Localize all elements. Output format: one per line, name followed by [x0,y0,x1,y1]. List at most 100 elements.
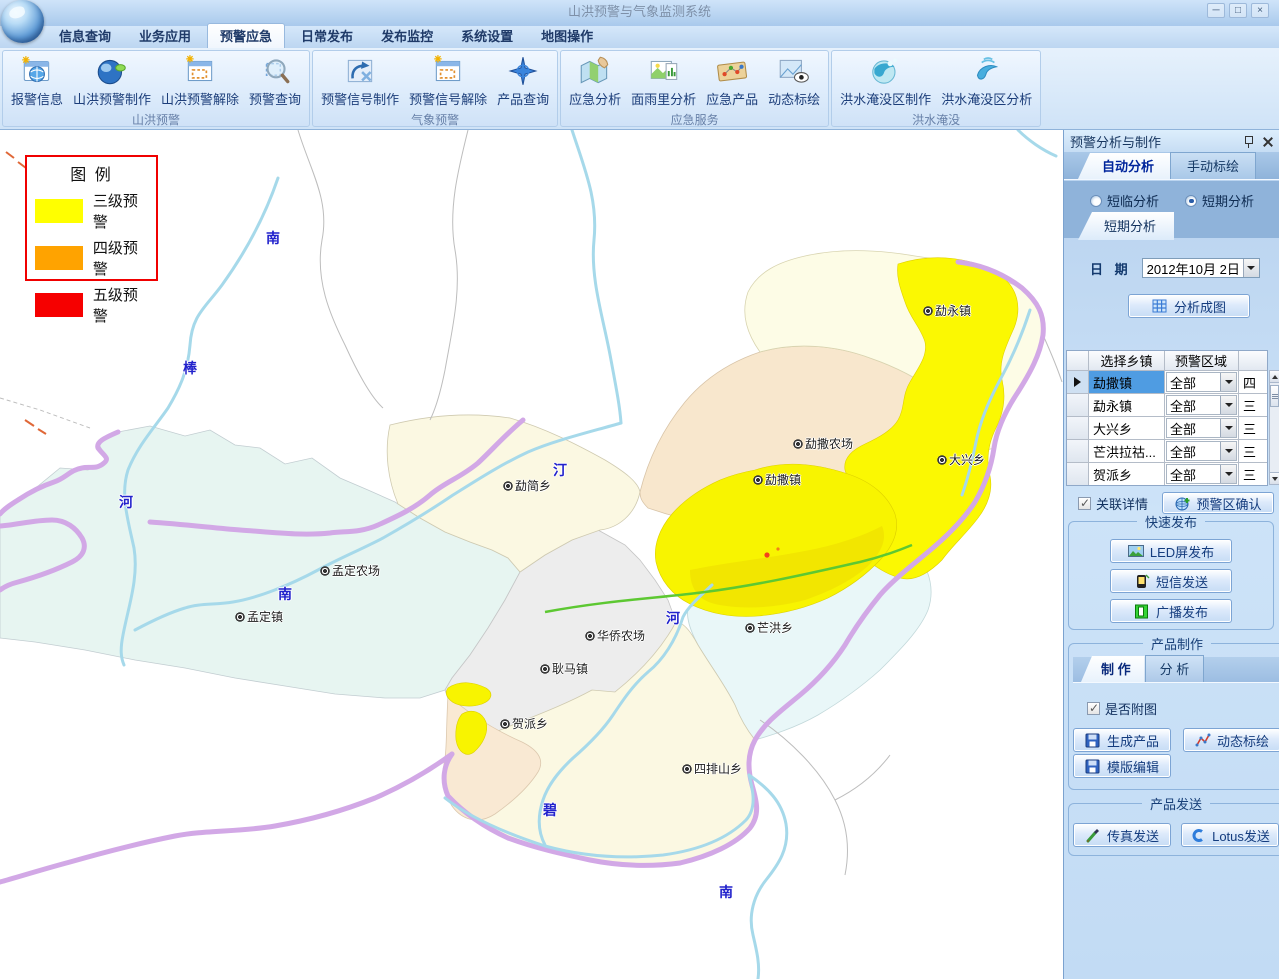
header-clipped [1239,351,1268,371]
confirm-warning-region-button[interactable]: 预警区确认 [1162,492,1274,514]
analysis-mode-band: 短临分析 短期分析 短期分析 [1064,181,1279,238]
river-label: 南 [278,584,292,604]
flood-warning-release-button[interactable]: 山洪预警解除 [156,52,244,110]
tab-manual-plot[interactable]: 手动标绘 [1170,152,1256,179]
ribbon-group-label: 应急服务 [561,111,828,130]
menu-tab-daily-publish[interactable]: 日常发布 [289,24,365,48]
areal-rain-analysis-button[interactable]: 面雨里分析 [626,52,701,110]
legend-item: 五级预警 [35,284,148,326]
dynamic-plot-button[interactable]: 动态标绘 [763,52,825,110]
product-make-group: 产品制作 制 作 分 析 是否附图 生成产品 [1068,634,1279,790]
ribbon-group-emergency-service: 应急分析 面雨里分析 [560,50,829,127]
quick-publish-title: 快速发布 [1137,512,1205,531]
product-query-button[interactable]: 产品查询 [492,52,554,110]
quick-publish-group: 快速发布 LED屏发布 短信发送 [1068,512,1274,630]
table-row[interactable]: 大兴乡 全部 三 [1067,417,1267,440]
header-selector [1067,351,1089,371]
fax-send-button[interactable]: 传真发送 [1073,823,1171,847]
current-row-arrow-icon [1074,377,1081,387]
table-row[interactable]: 勐撒镇 全部 四 [1067,371,1267,394]
pin-icon[interactable] [1243,135,1254,148]
warning-analysis-panel: 预警分析与制作 自动分析 手动标绘 短临分析 短期分析 短期分析 日 期 201… [1063,130,1279,979]
signal-make-button[interactable]: 预警信号制作 [316,52,404,110]
minimize-button[interactable]: ─ [1207,3,1225,18]
template-edit-button[interactable]: 模版编辑 [1073,754,1171,778]
town-dot-icon [923,306,933,316]
subtab-period-analysis[interactable]: 短期分析 [1078,212,1174,240]
dynamic-plot-panel-button[interactable]: 动态标绘 [1183,728,1279,752]
town-label: 大兴乡 [937,451,985,468]
menu-tab-warning-emergency[interactable]: 预警应急 [207,23,285,48]
signal-release-button[interactable]: 预警信号解除 [404,52,492,110]
region-dropdown[interactable]: 全部 [1166,464,1237,484]
town-dot-icon [540,664,550,674]
region-dropdown[interactable]: 全部 [1166,418,1237,438]
flood-zone-analysis-button[interactable]: 洪水淹没区分析 [936,52,1037,110]
river-label: 南 [266,228,280,248]
flood-zone-make-button[interactable]: 洪水淹没区制作 [835,52,936,110]
signal-make-icon [342,54,378,88]
maximize-button[interactable]: □ [1229,3,1247,18]
warning-query-button[interactable]: 预警查询 [244,52,306,110]
emergency-product-button[interactable]: 应急产品 [701,52,763,110]
link-detail-row: 关联详情 预警区确认 [1064,492,1279,514]
sms-phone-icon [1134,574,1150,589]
broadcast-publish-button[interactable]: 广播发布 [1110,599,1232,623]
panel-close-icon[interactable] [1262,136,1273,147]
scroll-up-icon[interactable] [1270,371,1279,383]
analyze-map-button[interactable]: 分析成图 [1128,294,1250,318]
radio-shortterm-analysis[interactable]: 短临分析 [1090,191,1159,210]
led-publish-button[interactable]: LED屏发布 [1110,539,1232,563]
tab-make[interactable]: 制 作 [1081,656,1145,682]
table-row[interactable]: 勐永镇 全部 三 [1067,394,1267,417]
tab-analyze[interactable]: 分 析 [1145,655,1205,682]
alert-dot-orange [776,547,779,550]
dropdown-caret-icon [1220,465,1236,483]
table-row[interactable]: 贺派乡 全部 三 [1067,463,1267,486]
date-label: 日 期 [1090,259,1132,278]
close-button[interactable]: × [1251,3,1269,18]
attach-map-row: 是否附图 [1087,699,1279,718]
signal-release-icon [430,54,466,88]
menu-tab-publish-monitor[interactable]: 发布监控 [369,24,445,48]
menu-tab-map-operations[interactable]: 地图操作 [529,24,605,48]
radio-period-analysis[interactable]: 短期分析 [1185,191,1254,210]
table-row[interactable]: 芒洪拉祜... 全部 三 [1067,440,1267,463]
river-label: 河 [666,608,680,628]
floppy-save-icon [1085,733,1101,748]
dynamic-plot-small-icon [1195,733,1211,748]
ribbon-group-weather-warning: 预警信号制作 预警信号解除 产品查询 [312,50,558,127]
flood-warning-make-button[interactable]: 山洪预警制作 [68,52,156,110]
row-selector [1067,371,1089,394]
menu-tab-info-query[interactable]: 信息查询 [47,24,123,48]
radio-icon [1090,195,1102,207]
menu-tab-system-settings[interactable]: 系统设置 [449,24,525,48]
region-dropdown[interactable]: 全部 [1166,372,1237,392]
region-dropdown[interactable]: 全部 [1166,395,1237,415]
town-dot-icon [937,455,947,465]
lotus-send-button[interactable]: Lotus发送 [1181,823,1279,847]
flood-warning-release-icon [182,54,218,88]
region-dropdown[interactable]: 全部 [1166,441,1237,461]
tab-auto-analysis[interactable]: 自动分析 [1078,153,1170,179]
scroll-down-icon[interactable] [1270,472,1279,484]
date-dropdown[interactable]: 2012年10月 2日 [1142,258,1260,278]
legend-item: 三级预警 [35,190,148,232]
flood-zone-analysis-icon [969,54,1005,88]
sms-send-button[interactable]: 短信发送 [1110,569,1232,593]
alarm-info-button[interactable]: 报警信息 [6,52,68,110]
ribbon-group-label: 气象预警 [313,111,557,130]
river-label: 碧 [543,800,557,820]
led-screen-icon [1128,544,1144,559]
app-logo-globe-icon [1,0,44,43]
emergency-analysis-button[interactable]: 应急分析 [564,52,626,110]
window-title: 山洪预警与气象监测系统 [0,0,1279,24]
legend-title: 图 例 [27,161,156,185]
attach-map-checkbox[interactable] [1087,702,1100,715]
menu-tab-business[interactable]: 业务应用 [127,24,203,48]
scroll-thumb[interactable] [1270,385,1279,407]
map-canvas[interactable]: 图 例 三级预警 四级预警 五级预警 勐永镇 大兴乡 勐撒农场 勐撒镇 勐简乡 … [0,130,1063,979]
link-detail-checkbox[interactable] [1078,497,1091,510]
table-scrollbar[interactable] [1269,370,1279,485]
generate-product-button[interactable]: 生成产品 [1073,728,1171,752]
